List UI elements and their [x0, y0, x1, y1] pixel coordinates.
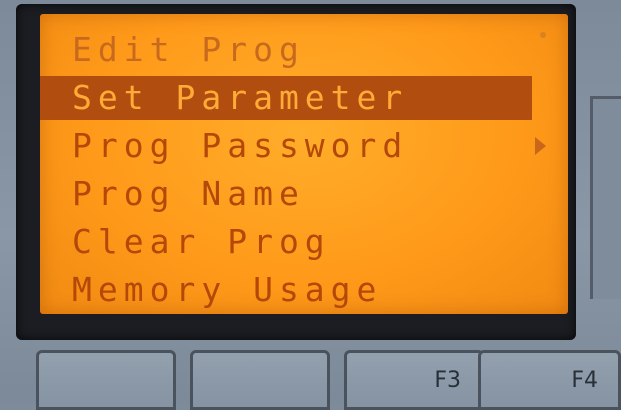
- f1-key[interactable]: [36, 350, 176, 410]
- f4-key[interactable]: F4: [478, 350, 621, 410]
- menu-item-label: Memory Usage: [72, 270, 383, 309]
- f2-key[interactable]: [190, 350, 330, 410]
- menu-item-label: Edit Prog: [72, 30, 305, 69]
- lcd-screen: Edit Prog Set Parameter Prog Password Pr…: [40, 14, 568, 314]
- menu-item-edit-prog[interactable]: Edit Prog: [40, 26, 568, 74]
- plc-panel: Edit Prog Set Parameter Prog Password Pr…: [0, 0, 621, 410]
- menu-item-label: Prog Name: [72, 174, 305, 213]
- menu-item-label: Clear Prog: [72, 222, 331, 261]
- menu-item-label: Set Parameter: [72, 78, 409, 117]
- menu-item-clear-prog[interactable]: Clear Prog: [40, 218, 568, 266]
- menu-item-label: Prog Password: [72, 126, 409, 165]
- menu-item-set-parameter[interactable]: Set Parameter: [40, 76, 532, 120]
- right-triangle-icon: [535, 137, 546, 155]
- function-keys: F3 F4: [0, 342, 621, 410]
- housing-edge: [590, 96, 621, 299]
- menu-item-prog-password[interactable]: Prog Password: [40, 122, 568, 170]
- menu-item-memory-usage[interactable]: Memory Usage: [40, 266, 568, 314]
- menu-item-prog-name[interactable]: Prog Name: [40, 170, 568, 218]
- program-menu: Edit Prog Set Parameter Prog Password Pr…: [40, 26, 568, 314]
- f3-key[interactable]: F3: [344, 350, 484, 410]
